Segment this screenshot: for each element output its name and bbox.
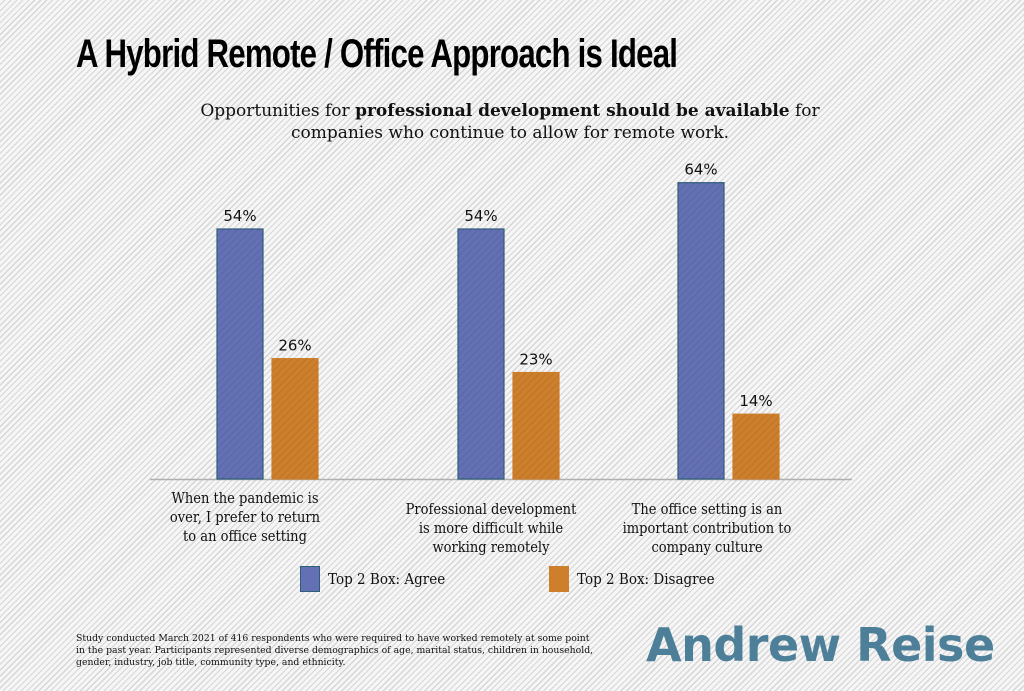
bar-hatch-agree-3 [678,182,724,479]
data-label-agree-2: 54% [464,207,497,225]
brand-logo: Andrew Reise [646,618,995,672]
legend-item-agree: Top 2 Box: Agree [300,566,458,592]
category-label-line: important contribution to [622,521,792,537]
category-label-line: company culture [651,540,763,556]
study-footnote: Study conducted March 2021 of 416 respon… [76,633,594,668]
data-label-disagree-3: 14% [739,392,772,410]
bar-hatch-disagree-1 [272,358,318,479]
category-label-line: The office setting is an [631,502,783,518]
data-label-agree-1: 54% [223,207,256,225]
category-label-line: over, I prefer to return [169,510,321,526]
category-label-line: Professional development [405,502,577,518]
category-label-line: working remotely [432,540,550,556]
bar-hatch-disagree-3 [733,414,779,479]
category-label-3: The office setting is an important contri… [617,501,797,558]
bar-hatch-agree-1 [217,228,263,479]
category-label-1: When the pandemic is over, I prefer to re… [155,490,335,547]
category-label-line: is more difficult while [418,521,564,537]
data-label-agree-3: 64% [684,161,717,179]
category-label-line: When the pandemic is [171,491,319,507]
bar-chart: 54% 26% 54% 23% 64% 14% [150,161,852,481]
legend-item-disagree: Top 2 Box: Disagree [549,566,730,592]
category-label-line: to an office setting [183,529,307,545]
data-label-disagree-2: 23% [519,351,552,369]
legend-swatch-agree [300,566,320,592]
bar-hatch-disagree-2 [513,372,559,479]
category-label-2: Professional development is more difficul… [401,501,581,558]
legend-label-agree: Top 2 Box: Agree [328,570,446,588]
bar-hatch-agree-2 [458,228,504,479]
legend-label-disagree: Top 2 Box: Disagree [577,570,715,588]
legend-swatch-disagree [549,566,569,592]
data-label-disagree-1: 26% [278,337,311,355]
